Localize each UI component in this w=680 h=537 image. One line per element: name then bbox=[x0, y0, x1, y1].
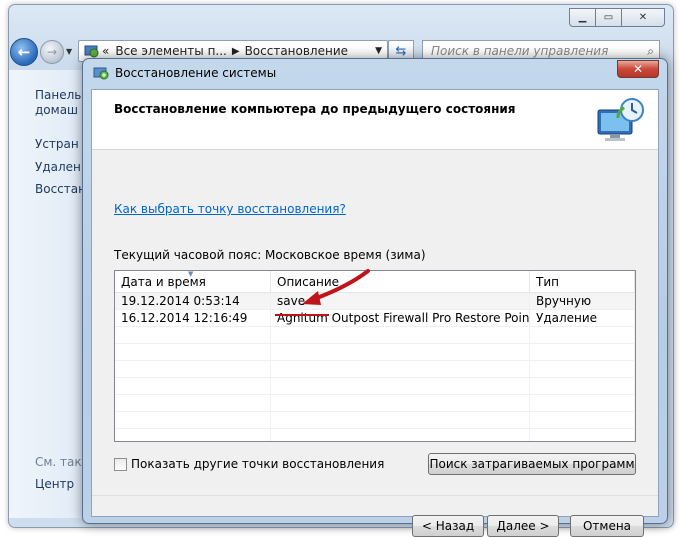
restore-points-list[interactable]: Дата и время Описание Тип ▼ 19.12.2014 0… bbox=[114, 270, 636, 442]
system-restore-dialog: Восстановление системы ✕ Восстановление … bbox=[82, 58, 668, 537]
show-more-checkbox-row[interactable]: Показать другие точки восстановления bbox=[114, 457, 384, 471]
dialog-titlebar: Восстановление системы bbox=[93, 65, 276, 81]
back-button[interactable]: < Назад bbox=[412, 515, 484, 537]
cell-type: Вручную bbox=[530, 293, 635, 309]
cell-description: save bbox=[271, 293, 530, 309]
dialog-heading: Восстановление компьютера до предыдущего… bbox=[114, 102, 516, 116]
how-to-choose-link[interactable]: Как выбрать точку восстановления? bbox=[114, 202, 346, 216]
empty-row bbox=[115, 412, 635, 429]
scan-affected-programs-button[interactable]: Поиск затрагиваемых программ bbox=[428, 453, 636, 475]
cancel-button[interactable]: Отмена bbox=[570, 515, 644, 537]
list-header: Дата и время Описание Тип ▼ bbox=[115, 271, 635, 293]
empty-row bbox=[115, 361, 635, 378]
column-header-description[interactable]: Описание bbox=[271, 271, 530, 292]
close-icon: ✕ bbox=[638, 12, 648, 23]
address-dropdown-icon[interactable]: ▼ bbox=[375, 46, 382, 56]
empty-row bbox=[115, 327, 635, 344]
empty-row bbox=[115, 344, 635, 361]
close-icon: ✕ bbox=[632, 62, 644, 76]
sidebar-link-home[interactable]: Панель bbox=[35, 88, 81, 102]
dialog-close-button[interactable]: ✕ bbox=[617, 60, 659, 78]
cell-date: 19.12.2014 0:53:14 bbox=[115, 293, 271, 309]
table-row[interactable]: 19.12.2014 0:53:14 save Вручную bbox=[115, 293, 635, 310]
arrow-left-icon: ← bbox=[17, 43, 31, 61]
chevron-down-icon: ▼ bbox=[66, 47, 73, 56]
control-panel-icon bbox=[84, 45, 99, 58]
empty-row bbox=[115, 429, 635, 441]
minimize-button[interactable]: ▁ bbox=[569, 8, 596, 27]
empty-row bbox=[115, 378, 635, 395]
back-nav-button[interactable]: ← bbox=[10, 38, 38, 66]
breadcrumb-recovery[interactable]: Восстановление bbox=[245, 44, 348, 58]
recent-pages-dropdown[interactable]: ▼ bbox=[66, 47, 72, 56]
breadcrumb-all-items[interactable]: Все элементы п... bbox=[115, 44, 227, 58]
sidebar-link-troubleshoot[interactable]: Устран bbox=[35, 137, 79, 151]
cell-type: Удаление bbox=[530, 310, 635, 326]
minimize-icon: ▁ bbox=[578, 12, 587, 23]
address-overflow-glyph[interactable]: « bbox=[102, 44, 109, 58]
sort-indicator-icon: ▼ bbox=[188, 270, 194, 278]
sidebar-link-recovery[interactable]: Восстан bbox=[35, 182, 86, 196]
arrow-right-icon: → bbox=[46, 45, 58, 59]
breadcrumb-separator-icon[interactable]: ▶ bbox=[232, 46, 240, 57]
refresh-icon: ⇆ bbox=[395, 43, 407, 59]
cell-description: Agnitum Outpost Firewall Pro Restore Poi… bbox=[271, 310, 530, 326]
show-more-checkbox[interactable] bbox=[114, 457, 127, 471]
sidebar-link-home-cont[interactable]: домаш bbox=[35, 103, 78, 117]
search-icon: ⌕ bbox=[647, 43, 654, 58]
maximize-button[interactable]: ▭ bbox=[595, 8, 622, 27]
window-caption-buttons: ▁ ▭ ✕ bbox=[569, 8, 665, 27]
close-window-button[interactable]: ✕ bbox=[621, 8, 665, 27]
show-more-label[interactable]: Показать другие точки восстановления bbox=[131, 457, 384, 471]
dialog-footer-divider bbox=[92, 495, 658, 496]
dialog-title: Восстановление системы bbox=[115, 66, 277, 80]
empty-row bbox=[115, 395, 635, 412]
sidebar-link-center[interactable]: Центр bbox=[35, 477, 74, 491]
sidebar-link-uninstall[interactable]: Удален bbox=[35, 160, 81, 174]
system-restore-icon bbox=[93, 67, 109, 80]
monitor-restore-icon bbox=[597, 98, 644, 141]
search-placeholder: Поиск в панели управления bbox=[431, 44, 609, 58]
column-header-type[interactable]: Тип bbox=[530, 271, 635, 292]
timezone-label: Текущий часовой пояс: Московское время (… bbox=[114, 248, 426, 262]
table-row[interactable]: 16.12.2014 12:16:49 Agnitum Outpost Fire… bbox=[115, 310, 635, 327]
maximize-icon: ▭ bbox=[603, 12, 614, 23]
dialog-header: Восстановление компьютера до предыдущего… bbox=[92, 90, 658, 150]
sidebar-see-also: См. так bbox=[35, 455, 82, 469]
next-button[interactable]: Далее > bbox=[487, 515, 559, 537]
dialog-body: Восстановление компьютера до предыдущего… bbox=[91, 89, 659, 537]
forward-nav-button[interactable]: → bbox=[40, 40, 64, 64]
cell-date: 16.12.2014 12:16:49 bbox=[115, 310, 271, 326]
